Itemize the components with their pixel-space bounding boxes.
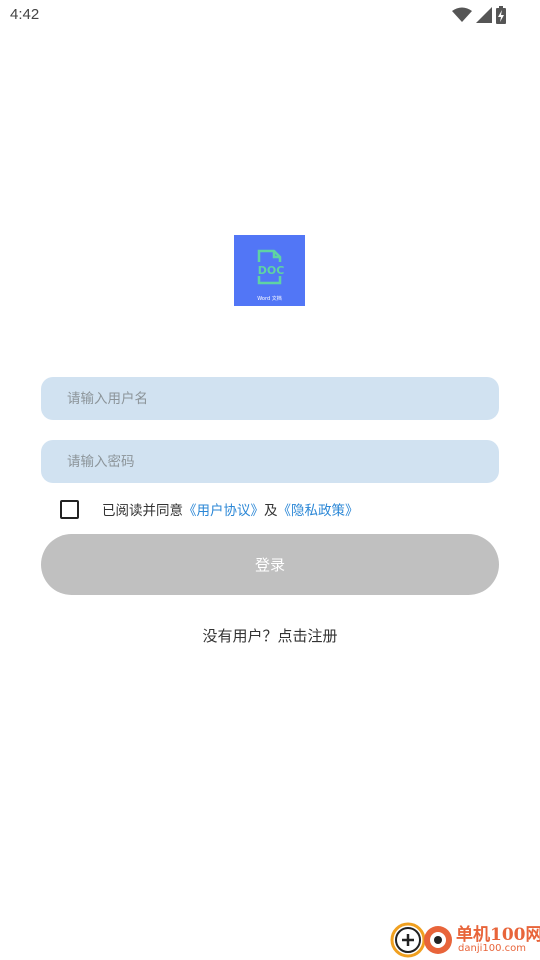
agreement-and: 及 [264, 503, 278, 519]
status-icons [452, 5, 506, 25]
user-agreement-link[interactable]: 《用户协议》 [183, 499, 264, 519]
agreement-row: 已阅读并同意 《用户协议》 及 《隐私政策》 [60, 497, 359, 521]
watermark-logo-icon [390, 922, 452, 958]
logo-doc-text: DOC [258, 264, 285, 277]
cellular-signal-icon [476, 7, 492, 23]
agreement-checkbox[interactable] [60, 499, 79, 519]
agreement-text: 已阅读并同意 《用户协议》 及 《隐私政策》 [102, 499, 359, 519]
app-logo: DOC Word 文档 [234, 235, 305, 306]
privacy-policy-link[interactable]: 《隐私政策》 [278, 499, 359, 519]
wifi-icon [452, 7, 472, 22]
username-input[interactable] [41, 377, 499, 420]
login-button[interactable]: 登录 [41, 534, 499, 595]
login-screen: 4:42 DOC Word 文档 请输入用户名 已阅读并同意 《用户协议》 及 … [0, 0, 540, 960]
password-input[interactable] [41, 440, 499, 483]
watermark-name: 单机100网 [456, 925, 540, 945]
status-time: 4:42 [10, 6, 40, 23]
logo-caption: Word 文档 [257, 296, 282, 302]
watermark-domain: danji100.com [458, 943, 526, 954]
agreement-prefix: 已阅读并同意 [102, 503, 183, 519]
register-link[interactable]: 没有用户？点击注册 [0, 625, 540, 646]
status-bar: 4:42 [0, 0, 540, 32]
battery-charging-icon [496, 6, 506, 24]
watermark: 单机100网 danji100.com [388, 916, 540, 960]
